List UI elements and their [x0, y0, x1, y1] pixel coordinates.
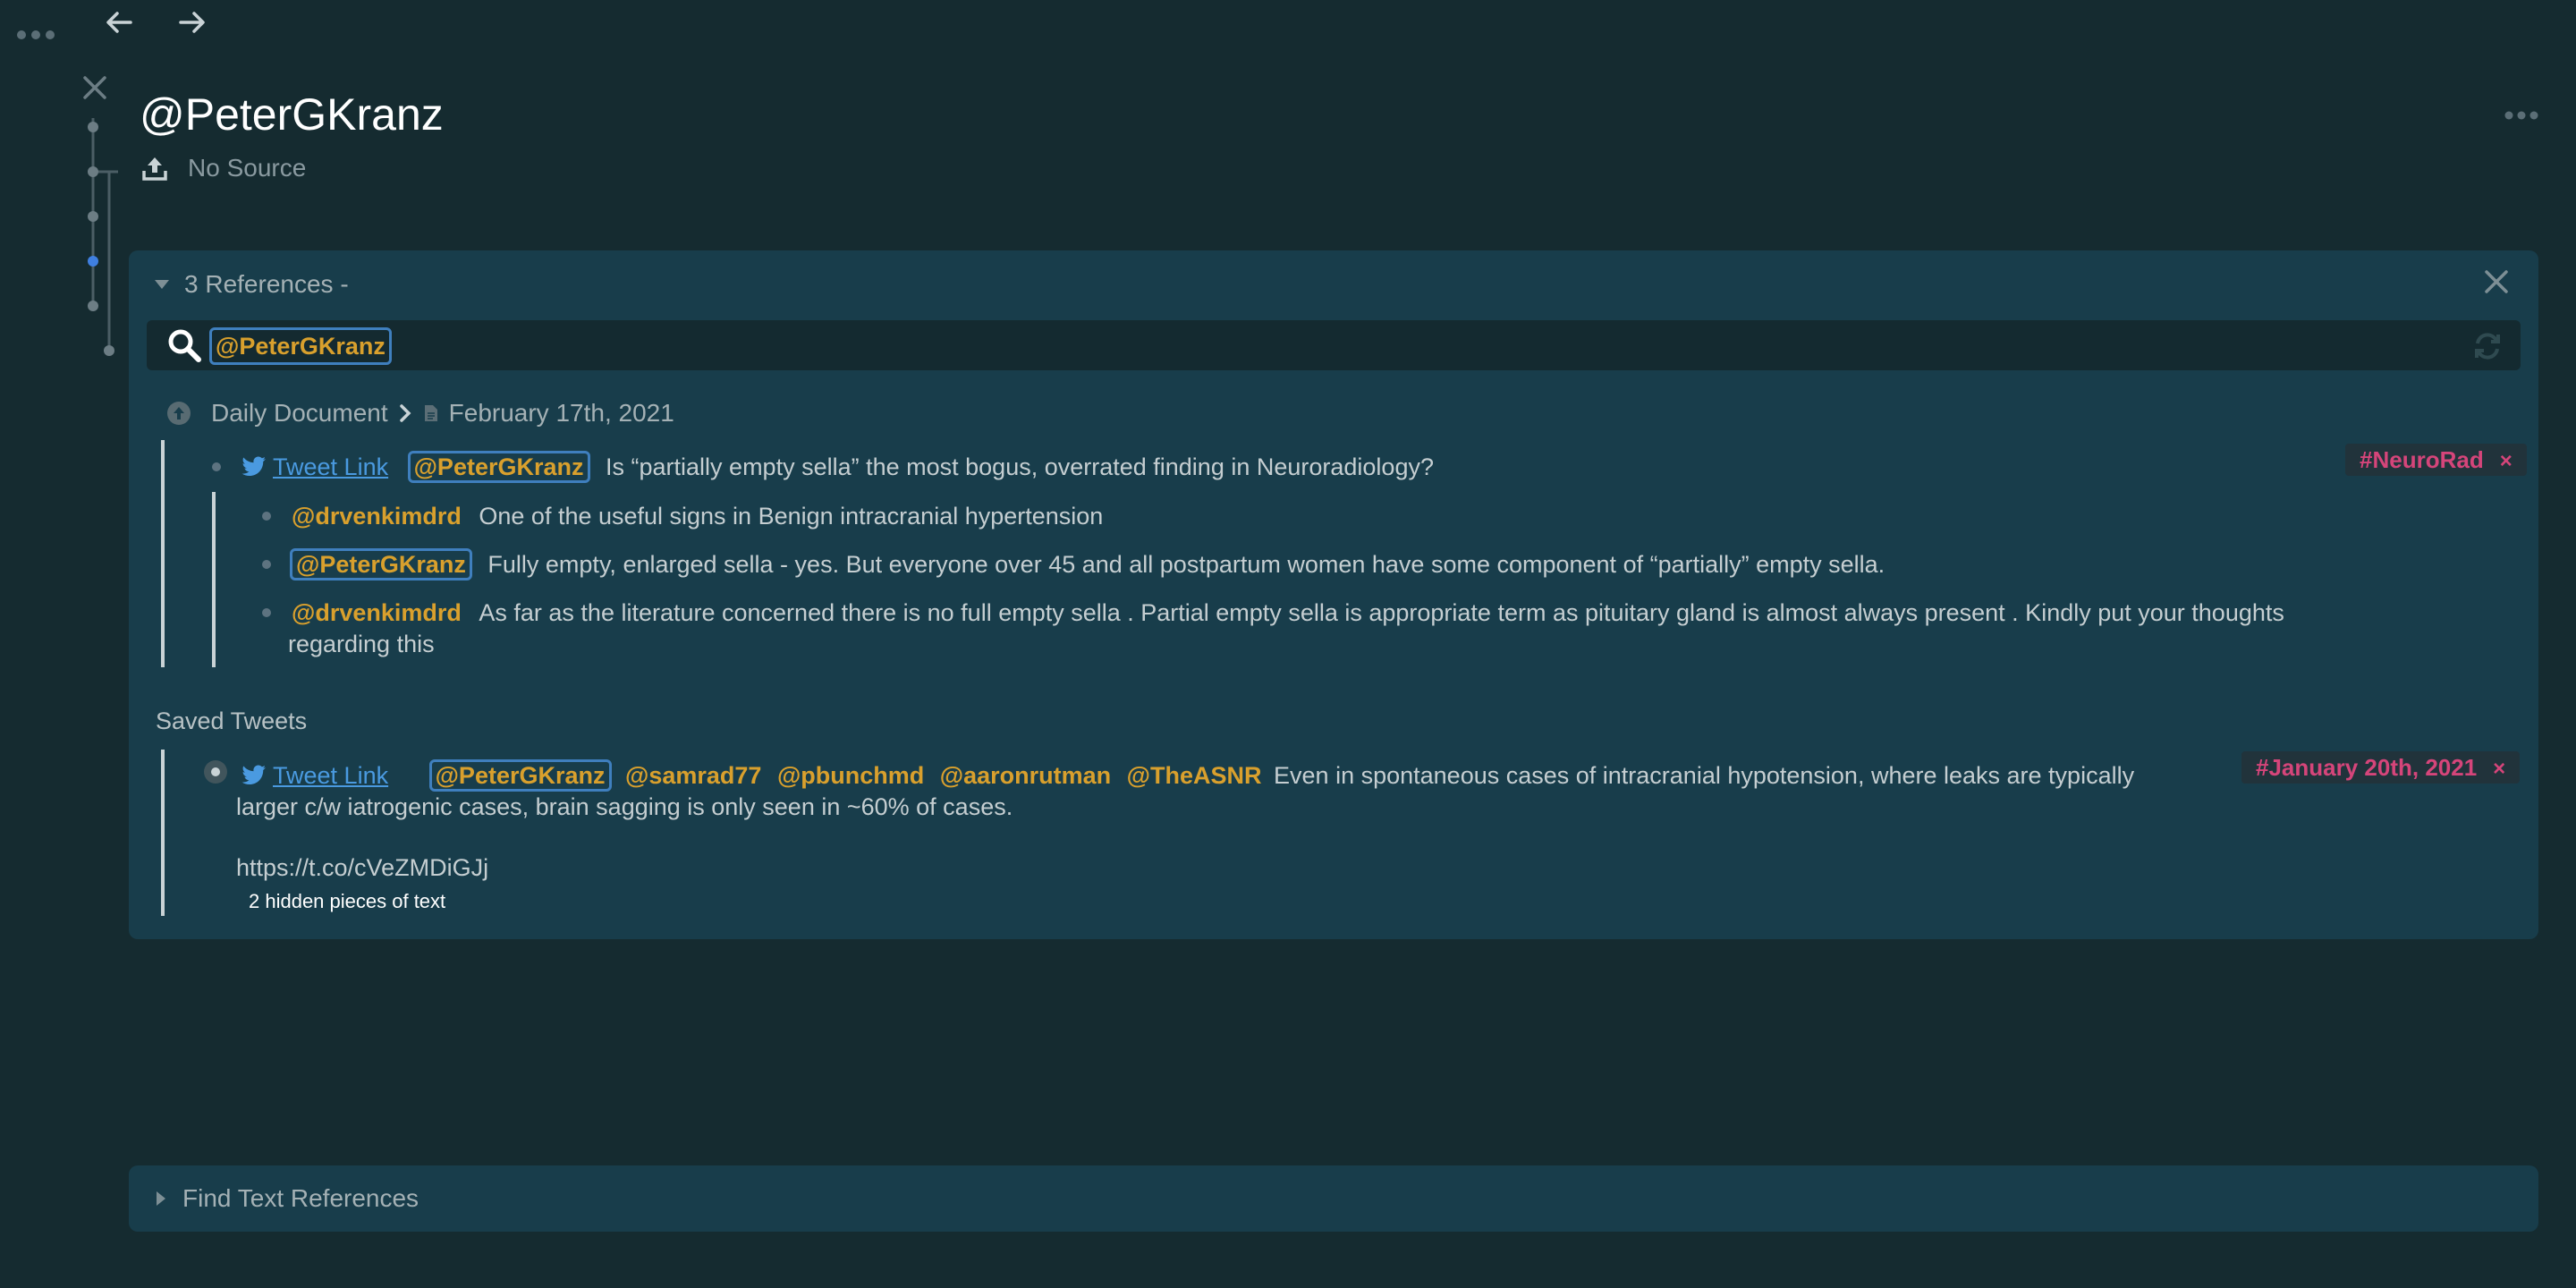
tweet-url[interactable]: https://t.co/cVeZMDiGJj [236, 852, 488, 883]
main-tweet: Tweet Link @PeterGKranz Is “partially em… [242, 451, 1434, 483]
up-arrow-circle-icon [167, 402, 191, 425]
arrow-left-icon [106, 12, 132, 33]
ellipsis-icon [2504, 111, 2538, 120]
mention-tag[interactable]: @PeterGKranz [428, 759, 612, 792]
caret-right-icon [157, 1191, 165, 1206]
find-text-panel [129, 1165, 2538, 1232]
upload-icon [142, 157, 167, 181]
menu-button[interactable] [16, 25, 55, 45]
bullet[interactable] [212, 462, 221, 471]
tweet-text: Is “partially empty sella” the most bogu… [606, 453, 1434, 480]
tag-label: #NeuroRad [2360, 446, 2484, 473]
refresh-icon [2475, 333, 2500, 360]
reply-item: @drvenkimdrd As far as the literature co… [292, 597, 2284, 628]
outline-tree [88, 118, 118, 356]
page-title[interactable]: @PeterGKranz [140, 86, 444, 143]
reply-text-continued: regarding this [288, 631, 435, 657]
find-text-label: Find Text References [182, 1184, 419, 1212]
search-icon [166, 327, 202, 363]
mention-tag[interactable]: @drvenkimdrd [292, 503, 462, 530]
breadcrumb-root[interactable]: Daily Document [211, 399, 388, 428]
tag-remove-button[interactable]: × [2493, 757, 2505, 781]
document-icon [424, 405, 437, 421]
thread-bar [161, 440, 165, 667]
mention-tag[interactable]: @samrad77 [625, 762, 761, 789]
source-label: No Source [188, 154, 307, 182]
page-options-button[interactable] [2504, 107, 2538, 123]
breadcrumb[interactable]: Daily Document February 17th, 2021 [166, 397, 674, 429]
tag-date[interactable]: #January 20th, 2021 × [2241, 751, 2521, 784]
references-count: 3 References - [184, 270, 349, 298]
reply-text: Fully empty, enlarged sella - yes. But e… [487, 551, 1885, 578]
collapsed-bullet[interactable] [204, 760, 227, 784]
twitter-bird-icon [242, 765, 266, 784]
tweet-text-continued: larger c/w iatrogenic cases, brain saggi… [236, 793, 1013, 820]
breadcrumb-page[interactable]: February 17th, 2021 [449, 399, 674, 428]
replies-bar [212, 492, 216, 667]
saved-tweets-heading: Saved Tweets [156, 708, 308, 734]
reply-item: @drvenkimdrd One of the useful signs in … [292, 501, 1103, 531]
reply-text: As far as the literature concerned there… [479, 599, 2284, 626]
close-references-button[interactable] [2483, 268, 2510, 295]
close-icon [2485, 270, 2508, 293]
mention-tag[interactable]: @drvenkimdrd [292, 599, 462, 626]
caret-down-icon [155, 280, 169, 289]
search-input[interactable]: @PeterGKranz [209, 327, 392, 365]
mention-tag[interactable]: @aaronrutman [940, 762, 1111, 789]
tweet-link[interactable]: Tweet Link [273, 762, 388, 789]
mention-tag[interactable]: @TheASNR [1127, 762, 1262, 789]
close-page-button[interactable] [80, 73, 109, 102]
tag-label: #January 20th, 2021 [2256, 754, 2478, 781]
source-row[interactable]: No Source [141, 152, 306, 184]
ellipsis-icon [17, 30, 55, 39]
saved-tweet: Tweet Link @PeterGKranz @samrad77 @pbunc… [242, 759, 2135, 792]
mention-tag[interactable]: @PeterGKranz [290, 548, 472, 580]
search-bar [147, 320, 2521, 370]
close-icon [83, 76, 106, 99]
saved-thread-bar [161, 750, 165, 916]
bullet[interactable] [262, 512, 271, 521]
tag-neurorad[interactable]: #NeuroRad × [2345, 444, 2527, 476]
back-button[interactable] [104, 9, 134, 36]
bullet[interactable] [262, 560, 271, 569]
find-text-toggle[interactable]: Find Text References [156, 1182, 419, 1215]
tweet-link[interactable]: Tweet Link [273, 453, 388, 480]
tweet-text: Even in spontaneous cases of intracrania… [1274, 762, 2135, 789]
references-header[interactable]: 3 References - [154, 268, 349, 301]
mention-tag[interactable]: @PeterGKranz [407, 451, 590, 483]
arrow-right-icon [179, 12, 205, 33]
mention-tag[interactable]: @pbunchmd [777, 762, 924, 789]
bullet[interactable] [262, 608, 271, 617]
twitter-bird-icon [242, 456, 266, 476]
hidden-text-note[interactable]: 2 hidden pieces of text [249, 889, 445, 914]
tag-remove-button[interactable]: × [2500, 449, 2512, 473]
forward-button[interactable] [177, 9, 208, 36]
reply-text: One of the useful signs in Benign intrac… [479, 503, 1104, 530]
reply-item: @PeterGKranz Fully empty, enlarged sella… [290, 548, 1885, 580]
refresh-button[interactable] [2472, 331, 2503, 361]
chevron-right-icon [399, 404, 411, 422]
